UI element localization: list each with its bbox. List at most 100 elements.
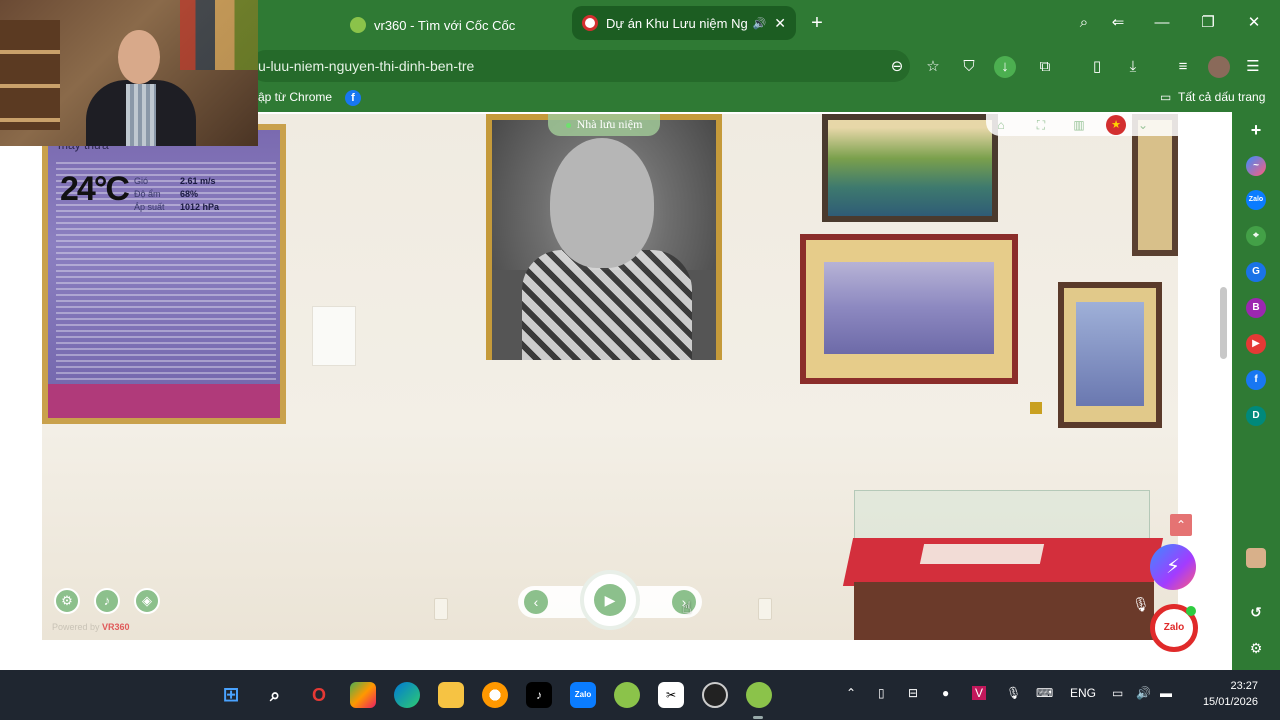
scrollbar-thumb[interactable] [1220,287,1227,359]
zoom-out-icon[interactable]: ⊖ [886,56,908,78]
wall-outlet [758,598,772,620]
clock-date: 15/01/2026 [1202,696,1258,708]
page-viewport: mây thưa 24°C Gió2.61 m/s Độ ẩm68% Áp su… [0,112,1232,670]
active-indicator [753,716,763,719]
all-bookmarks[interactable]: Tất cả dấu trang [1178,90,1265,104]
download-green-icon[interactable]: ↓ [994,56,1016,78]
volume-icon[interactable]: 🔊 [1136,686,1151,700]
hotspot-marker[interactable] [1030,402,1042,414]
coccoc-favicon-icon [350,17,366,33]
new-tab-button[interactable]: + [806,12,828,34]
url-text[interactable]: u-luu-niem-nguyen-thi-dinh-ben-tre [258,58,474,74]
system-clock[interactable]: 23:27 15/01/2026 [1194,678,1258,710]
webcam-overlay [0,0,258,146]
tab-active-museum[interactable]: Dự án Khu Lưu niệm Ng 🔊 ✕ [572,6,796,40]
restore-button[interactable]: ❐ [1196,12,1220,34]
fullscreen-icon[interactable]: ⛶ [1032,116,1050,134]
online-dot-icon [1186,606,1196,616]
split-view-icon[interactable]: ▯ [1086,56,1108,78]
site-favicon-icon [582,15,598,31]
edge-icon[interactable] [394,682,420,708]
start-icon[interactable]: ⊞ [218,682,244,708]
weather-temperature: 24°C [60,170,130,208]
scroll-top-button[interactable]: ⌃ [1170,514,1192,536]
usb-icon[interactable]: ▯ [878,686,885,700]
mic-off-icon: 🎙 [1132,596,1150,612]
scene-title[interactable]: Nhà lưu niệm [548,114,660,136]
search-icon[interactable]: ⌕ [262,682,288,708]
windows-taskbar: ⊞ ⌕ O ♪ Zalo ✂ ⌃ ▯ ⊟ ● V 🎙 ⌨ ENG ▭ 🔊 ▬ 2… [0,670,1280,720]
v-app-icon[interactable]: V [972,686,987,700]
messenger-chat-button[interactable]: ⚡ [1150,544,1196,590]
autoplay-button[interactable]: ▶ [580,570,640,630]
facebook-icon[interactable]: f [1246,370,1266,390]
obs-icon[interactable] [702,682,728,708]
file-explorer-icon[interactable] [438,682,464,708]
speaker-icon[interactable]: 🔊 [753,17,767,30]
keyboard-icon[interactable]: ⌨ [1036,686,1053,700]
search-tabs-icon[interactable]: ⌕ [1072,12,1096,34]
star-icon[interactable]: ☆ [922,56,944,78]
painting-house [822,114,998,222]
pen-icon[interactable]: ● [942,686,949,700]
zalo-chat-button[interactable]: Zalo [1150,604,1198,652]
opera-icon[interactable]: O [306,682,332,708]
folder-icon: ▭ [1160,90,1172,104]
url-field[interactable]: u-luu-niem-nguyen-thi-dinh-ben-tre [250,50,910,82]
map-icon[interactable]: ▥ [1070,116,1088,134]
translate-icon[interactable]: G [1246,262,1266,282]
info-panel-frame [42,124,286,424]
back-arrow-icon[interactable]: ⇐ [1106,12,1130,34]
plus-icon[interactable]: + [1246,120,1266,140]
minimize-button[interactable]: — [1150,12,1174,34]
close-tab-icon[interactable]: ✕ [774,15,786,32]
powered-by: Powered by VR360 [52,622,130,632]
display-case-document [919,544,1045,564]
chrome-like-icon[interactable] [482,682,508,708]
portrait-photo [486,114,722,360]
display-case-glass [854,490,1150,542]
battery-icon[interactable]: ▬ [1160,686,1172,700]
settings-icon[interactable]: ⚙ [54,588,80,614]
tab-vr360-search[interactable]: vr360 - Tìm với Cốc Cốc [340,8,566,42]
previous-scene-button[interactable]: ‹ [524,590,548,614]
bookmark-import-chrome[interactable]: ập từ Chrome [258,90,332,104]
language-indicator[interactable]: ENG [1070,686,1096,700]
game-icon[interactable]: ⌖ [1246,226,1266,246]
close-window-button[interactable]: ✕ [1242,12,1266,34]
youtube-icon[interactable]: ▶ [1246,334,1266,354]
home-icon[interactable]: ⌂ [992,116,1010,134]
b-icon[interactable]: B [1246,298,1266,318]
downloads-icon[interactable]: ⤓ [1122,56,1144,78]
mic-icon[interactable]: 🎙 [1006,686,1021,700]
extensions-icon[interactable]: ⧉ [1034,56,1056,78]
coccoc-taskbar-icon[interactable] [614,682,640,708]
tiktok-icon[interactable]: ♪ [526,682,552,708]
tray-expand-icon[interactable]: ⌃ [846,686,856,700]
settings-icon[interactable]: ⚙ [1246,638,1266,658]
profile-avatar[interactable] [1208,56,1230,78]
audio-icon[interactable]: ♪ [94,588,120,614]
zalo-taskbar-icon[interactable]: Zalo [570,682,596,708]
facebook-bookmark-icon[interactable]: f [345,90,361,106]
vpn-icon[interactable]: ⊟ [908,686,918,700]
capcut-icon[interactable]: ✂ [658,682,684,708]
panorama-scene[interactable]: mây thưa 24°C Gió2.61 m/s Độ ẩm68% Áp su… [42,114,1178,640]
messenger-icon[interactable]: ~ [1246,156,1266,176]
avatar[interactable] [1246,548,1266,568]
browser-sidebar: + ~ Zalo ⌖ G B ▶ f D ↺ ⚙ [1234,112,1280,670]
hand-cursor-icon: ☝ [682,600,692,617]
layers-icon[interactable]: ◈ [134,588,160,614]
d-icon[interactable]: D [1246,406,1266,426]
shield-icon[interactable]: ⛉ [958,56,980,78]
network-icon[interactable]: ▭ [1112,686,1123,700]
menu-icon[interactable]: ☰ [1242,56,1264,78]
coccoc-active-icon[interactable] [746,682,772,708]
media-control-icon[interactable]: ≡ [1172,56,1194,78]
chevron-down-icon[interactable]: ⌄ [1134,116,1152,134]
copilot-icon[interactable] [350,682,376,708]
history-icon[interactable]: ↺ [1246,602,1266,622]
zalo-icon[interactable]: Zalo [1246,190,1266,210]
weather-row: Độ ẩm 68% [134,189,199,199]
vietnam-flag-icon[interactable]: ★ [1106,115,1126,135]
